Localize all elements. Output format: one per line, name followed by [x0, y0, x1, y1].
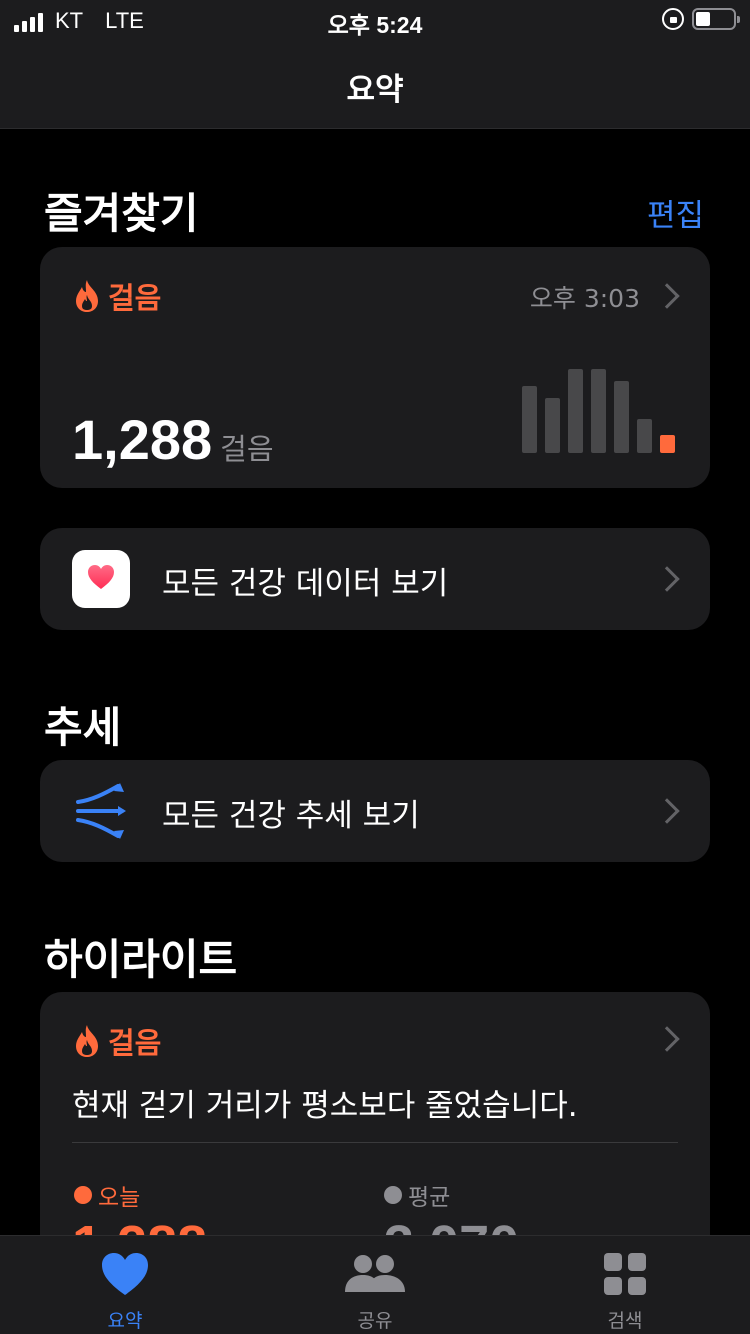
average-legend: 평균 — [384, 1178, 450, 1212]
all-health-data-row[interactable]: 모든 건강 데이터 보기 — [40, 528, 710, 630]
mini-chart-bar — [545, 398, 560, 453]
tab-bar: 요약 공유 검색 — [0, 1235, 750, 1334]
chevron-right-icon — [654, 798, 680, 824]
mini-chart-bar — [614, 381, 629, 453]
all-health-data-label: 모든 건강 데이터 보기 — [162, 566, 449, 602]
rotation-lock-icon — [662, 8, 684, 30]
steps-favorite-card[interactable]: 걸음 오후 3:03 1,288 걸음 — [40, 247, 710, 488]
page-title: 요약 — [346, 72, 404, 108]
tab-browse-label: 검색 — [607, 1310, 643, 1332]
trends-icon — [76, 783, 126, 839]
chevron-right-icon — [654, 1026, 680, 1052]
health-app-icon — [72, 550, 130, 608]
status-right — [662, 8, 740, 30]
trends-section-title: 추세 — [44, 703, 122, 752]
heart-icon — [88, 565, 114, 589]
edit-button[interactable]: 편집 — [647, 190, 704, 235]
navigation-bar: 요약 — [0, 42, 750, 129]
favorites-section-title: 즐겨찾기 — [44, 189, 199, 238]
mini-chart-bar — [637, 419, 652, 453]
highlight-card-label: 걸음 — [108, 1026, 162, 1060]
status-time: 오후 5:24 — [327, 12, 423, 38]
today-label: 오늘 — [98, 1185, 141, 1211]
tab-sharing-label: 공유 — [357, 1310, 393, 1332]
steps-unit: 걸음 — [220, 432, 274, 466]
people-icon — [345, 1255, 405, 1292]
tab-summary-label: 요약 — [107, 1310, 143, 1332]
battery-icon — [692, 8, 740, 30]
heart-icon — [102, 1253, 148, 1295]
steps-card-header: 걸음 — [74, 275, 161, 317]
highlight-text: 현재 걷기 거리가 평소보다 줄었습니다. — [72, 1088, 578, 1124]
chevron-right-icon — [654, 566, 680, 592]
steps-card-label: 걸음 — [108, 281, 162, 315]
steps-mini-chart — [522, 363, 682, 453]
chevron-right-icon — [654, 283, 680, 309]
all-trends-row[interactable]: 모든 건강 추세 보기 — [40, 760, 710, 862]
steps-value: 1,288 — [72, 408, 213, 471]
tab-summary[interactable]: 요약 — [0, 1236, 250, 1334]
highlight-card-header: 걸음 — [74, 1020, 161, 1062]
steps-card-time: 오후 3:03 — [529, 284, 640, 313]
average-dot — [384, 1186, 402, 1204]
tab-browse[interactable]: 검색 — [500, 1236, 750, 1334]
today-dot — [74, 1186, 92, 1204]
mini-chart-bar — [522, 386, 537, 453]
today-legend: 오늘 — [74, 1178, 140, 1212]
mini-chart-bar — [591, 369, 606, 453]
mini-chart-bar-current — [660, 435, 675, 453]
average-label: 평균 — [408, 1185, 451, 1211]
mini-chart-bar — [568, 369, 583, 453]
steps-value-group: 1,288 걸음 — [72, 407, 274, 472]
flame-icon — [76, 280, 98, 312]
flame-icon — [76, 1025, 98, 1057]
all-trends-label: 모든 건강 추세 보기 — [162, 798, 420, 834]
tab-sharing[interactable]: 공유 — [250, 1236, 500, 1334]
grid-icon — [604, 1253, 646, 1295]
highlights-section-title: 하이라이트 — [44, 935, 238, 984]
divider — [72, 1142, 678, 1143]
status-bar: KT LTE 오후 5:24 — [0, 0, 750, 42]
